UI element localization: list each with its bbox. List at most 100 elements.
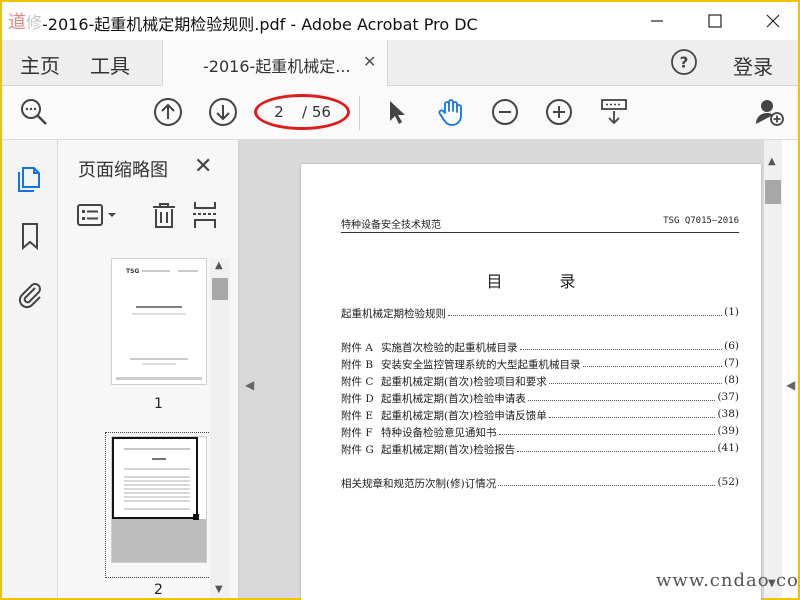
login-button[interactable]: 登录 [733, 51, 773, 80]
maximize-button[interactable] [692, 2, 738, 40]
thumbnail-page-1[interactable]: TSG [111, 258, 207, 385]
help-icon[interactable]: ? [670, 48, 698, 76]
thumbnail-scrollbar[interactable]: ▲ ▼ [210, 258, 230, 598]
toc-entry-prefix: 附件 F [341, 427, 373, 439]
select-cursor-icon[interactable] [380, 96, 412, 128]
toc-leader [498, 476, 716, 486]
bookmark-icon[interactable] [14, 220, 46, 252]
tab-tools[interactable]: 工具 [90, 50, 130, 79]
tab-bar: 主页 工具 -2016-起重机械定... ✕ ? 登录 [2, 40, 798, 86]
toc-entry-page: (1) [724, 306, 739, 318]
toc-entry-text: 实施首次检验的起重机械目录 [381, 342, 518, 354]
watermark: www.cndao.com [656, 570, 800, 591]
toc-entry-page: (7) [724, 357, 739, 369]
toc-entry-text: 起重机械定期(首次)检验项目和要求 [381, 376, 547, 388]
toc-entry[interactable]: 附件 F 特种设备检验意见通知书 (39) [341, 425, 739, 439]
toc-entry-text: 起重机械定期(首次)检验申请表 [381, 393, 526, 405]
page-thumbnails-icon[interactable] [14, 162, 46, 194]
next-page-icon[interactable] [207, 96, 239, 128]
delete-icon[interactable] [150, 201, 178, 229]
toc-entry-text: 起重机械定期(首次)检验申请反馈单 [381, 410, 547, 422]
toc-entry[interactable]: 附件 C 起重机械定期(首次)检验项目和要求 (8) [341, 374, 739, 388]
toc-leader [517, 442, 716, 452]
header-rule [341, 232, 739, 233]
pdf-page: 特种设备安全技术规范 TSG Q7015—2016 目 录 起重机械定期检验规则… [301, 164, 761, 600]
minimize-button[interactable] [634, 2, 680, 40]
toolbar: 2 / 56 [2, 86, 798, 140]
thumbnail-scroll-thumb[interactable] [212, 278, 228, 300]
document-scrollbar[interactable]: ▲ ▼ [764, 140, 782, 598]
toc-leader [448, 306, 723, 316]
toc-entry-prefix: 附件 D [341, 393, 374, 405]
search-icon[interactable] [18, 96, 50, 128]
close-panel-icon[interactable]: ✕ [194, 154, 212, 179]
document-viewport[interactable]: ◀ 特种设备安全技术规范 TSG Q7015—2016 目 录 起重机械定期检验… [239, 140, 779, 600]
toc-entry[interactable]: 附件 G 起重机械定期(首次)检验报告 (41) [341, 442, 739, 456]
toc-entry-text: 特种设备检验意见通知书 [381, 427, 497, 439]
toc-leader [519, 340, 723, 350]
document-scroll-up-icon[interactable]: ▲ [768, 156, 776, 167]
attachment-icon[interactable] [14, 278, 46, 310]
thumbnail-page-2[interactable] [111, 436, 207, 563]
zoom-out-icon[interactable] [489, 96, 521, 128]
toc-entry[interactable]: 附件 D 起重机械定期(首次)检验申请表 (37) [341, 391, 739, 405]
thumbnail-scroll-up-icon[interactable]: ▲ [215, 260, 223, 271]
zoom-in-icon[interactable] [543, 96, 575, 128]
extract-pages-icon[interactable] [192, 200, 218, 230]
close-tab-icon[interactable]: ✕ [363, 52, 376, 71]
toc-entry-page: (39) [717, 425, 739, 437]
title-bar: 道 修 -2016-起重机械定期检验规则.pdf - Adobe Acrobat… [2, 2, 798, 40]
add-user-icon[interactable] [754, 96, 786, 128]
collapse-right-icon[interactable]: ◀ [786, 378, 795, 392]
toolbar-divider [359, 96, 360, 130]
scroll-mode-icon[interactable] [598, 96, 630, 128]
toc-entry-prefix: 附件 B [341, 359, 374, 371]
left-rail [2, 140, 58, 598]
hand-tool-icon[interactable] [434, 96, 466, 128]
toc-leader [498, 425, 716, 435]
toc-entry-text: 安装安全监控管理系统的大型起重机械目录 [381, 359, 581, 371]
toc-entry-page: (38) [717, 408, 739, 420]
maximize-icon [708, 14, 722, 28]
toc-entry[interactable]: 相关规章和规范历次制(修)订情况 (52) [341, 476, 739, 490]
toc-entry[interactable]: 附件 A 实施首次检验的起重机械目录 (6) [341, 340, 739, 354]
thumbnail-scroll-down-icon[interactable]: ▼ [215, 584, 223, 595]
toc-leader [548, 374, 723, 384]
options-menu-icon[interactable] [76, 202, 120, 228]
toc-entry-page: (8) [724, 374, 739, 386]
acrobat-window: 道 修 -2016-起重机械定期检验规则.pdf - Adobe Acrobat… [0, 0, 800, 600]
toc-entry[interactable]: 起重机械定期检验规则 (1) [341, 306, 739, 320]
toc-leader [527, 391, 716, 401]
toc-entry[interactable]: 附件 B 安装安全监控管理系统的大型起重机械目录 (7) [341, 357, 739, 371]
close-window-button[interactable] [750, 2, 796, 40]
svg-text:道: 道 [8, 12, 26, 33]
toc-entry-page: (6) [724, 340, 739, 352]
tab-document[interactable]: -2016-起重机械定... ✕ [162, 40, 388, 86]
close-icon [766, 14, 780, 28]
panel-title: 页面缩略图 [78, 160, 168, 181]
thumbnail-page-2-preview [112, 437, 206, 520]
document-scroll-thumb[interactable] [765, 180, 781, 204]
toc-entry-page: (37) [717, 391, 739, 403]
toc-title: 目 录 [486, 272, 602, 291]
tab-home[interactable]: 主页 [20, 50, 60, 79]
page-number-highlight [254, 94, 350, 130]
toc-leader [548, 408, 716, 418]
thumbnail-page-1-preview: TSG [116, 268, 202, 380]
toc-entry-prefix: 附件 A [341, 342, 373, 354]
previous-page-icon[interactable] [152, 96, 184, 128]
toc-entry-page: (41) [717, 442, 739, 454]
document-tab-label: -2016-起重机械定... [203, 57, 351, 76]
svg-text:TSG: TSG [126, 268, 139, 275]
minimize-icon [651, 20, 663, 22]
window-title: -2016-起重机械定期检验规则.pdf - Adobe Acrobat Pro… [42, 15, 478, 34]
collapse-left-icon[interactable]: ◀ [245, 378, 254, 392]
toc-entry[interactable]: 附件 E 起重机械定期(首次)检验申请反馈单 (38) [341, 408, 739, 422]
page-header-right: TSG Q7015—2016 [663, 216, 739, 226]
page-header-left: 特种设备安全技术规范 [341, 220, 441, 231]
toc-entry-prefix: 附件 C [341, 376, 374, 388]
toc-entry-prefix: 附件 E [341, 410, 374, 422]
svg-text:?: ? [680, 54, 689, 72]
thumbnails-panel: 页面缩略图 ✕ TSG 1 2 ▲ ▼ [58, 140, 239, 598]
toc-entry-prefix: 附件 G [341, 444, 374, 456]
